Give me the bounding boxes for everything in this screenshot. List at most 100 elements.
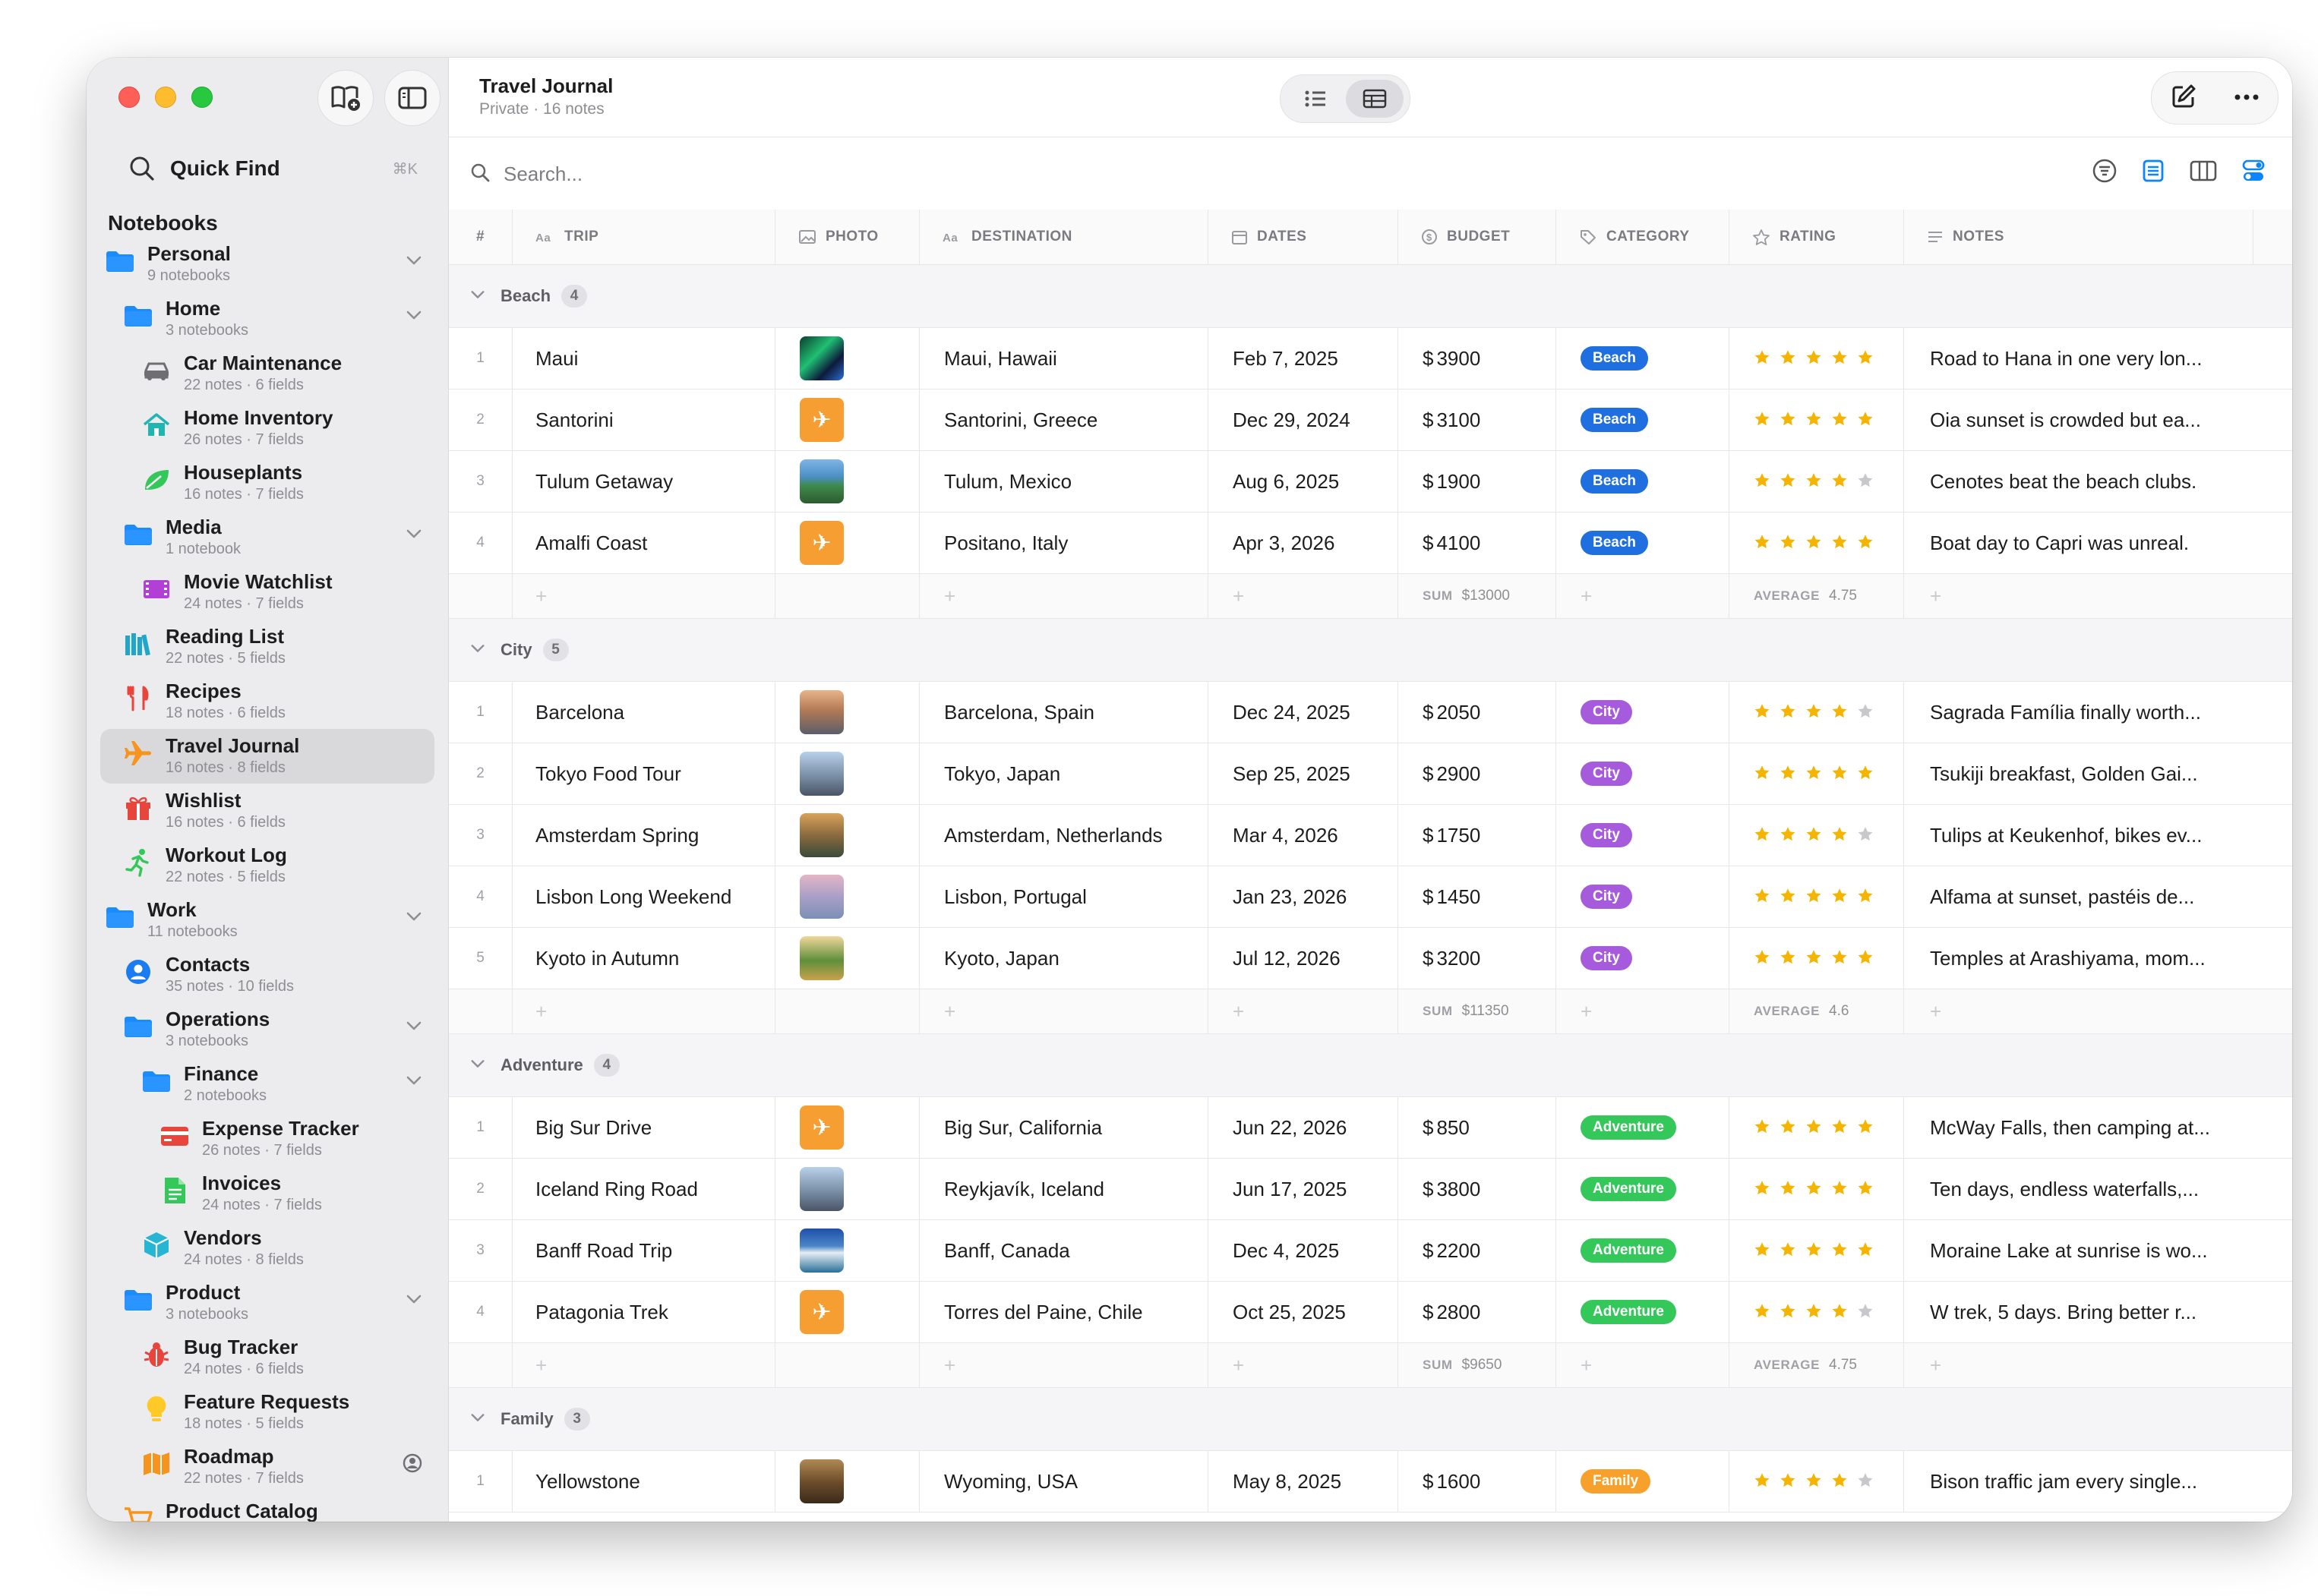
rating-average-cell[interactable]: AVERAGE 4.6 [1729, 989, 1904, 1033]
notes-cell[interactable]: Cenotes beat the beach clubs. [1904, 451, 2253, 512]
star-filled-icon[interactable] [1780, 408, 1796, 432]
sidebar-item-movie-watchlist[interactable]: Movie Watchlist 24 notes · 7 fields [87, 565, 448, 620]
star-filled-icon[interactable] [1754, 824, 1770, 847]
sidebar-item-vendors[interactable]: Vendors 24 notes · 8 fields [87, 1221, 448, 1276]
category-cell[interactable]: City [1556, 743, 1729, 804]
destination-cell[interactable]: Big Sur, California [920, 1097, 1208, 1158]
star-filled-icon[interactable] [1805, 947, 1822, 970]
star-filled-icon[interactable] [1754, 408, 1770, 432]
star-filled-icon[interactable] [1857, 1116, 1874, 1140]
star-filled-icon[interactable] [1780, 1239, 1796, 1263]
sidebar-item-home-inventory[interactable]: Home Inventory 26 notes · 7 fields [87, 401, 448, 456]
table-row[interactable]: 2 Iceland Ring Road Reykjavík, Iceland Jun … [449, 1159, 2292, 1220]
add-notes-cell[interactable]: + [1904, 1343, 2253, 1387]
star-filled-icon[interactable] [1754, 470, 1770, 494]
table-row[interactable]: 4 Lisbon Long Weekend Lisbon, Portugal Jan … [449, 866, 2292, 928]
sidebar-item-contacts[interactable]: Contacts 35 notes · 10 fields [87, 948, 448, 1002]
category-cell[interactable]: Beach [1556, 390, 1729, 450]
destination-cell[interactable]: Tulum, Mexico [920, 451, 1208, 512]
star-filled-icon[interactable] [1805, 1301, 1822, 1324]
trip-photo[interactable] [800, 936, 844, 980]
star-filled-icon[interactable] [1831, 531, 1848, 555]
column-header-budget[interactable]: $ BUDGET [1398, 210, 1556, 264]
star-empty-icon[interactable] [1857, 1301, 1874, 1324]
budget-cell[interactable]: $2200 [1398, 1220, 1556, 1281]
compose-button[interactable] [2171, 84, 2196, 113]
trip-photo[interactable] [800, 813, 844, 857]
rating-stars[interactable] [1754, 824, 1874, 847]
star-filled-icon[interactable] [1831, 1178, 1848, 1201]
trip-cell[interactable]: Tulum Getaway [513, 451, 775, 512]
group-header-city[interactable]: City 5 [449, 619, 2292, 682]
sidebar-item-car-maintenance[interactable]: Car Maintenance 22 notes · 6 fields [87, 346, 448, 401]
add-icon[interactable]: + [1581, 1354, 1592, 1377]
photo-cell[interactable] [775, 1220, 920, 1281]
trip-cell[interactable]: Big Sur Drive [513, 1097, 775, 1158]
column-header-trip[interactable]: Aa TRIP [513, 210, 775, 264]
trip-cell[interactable]: Patagonia Trek [513, 1282, 775, 1342]
rating-cell[interactable] [1729, 928, 1904, 989]
category-pill[interactable]: Beach [1581, 469, 1649, 494]
add-destination-cell[interactable]: + [920, 574, 1208, 618]
star-filled-icon[interactable] [1754, 947, 1770, 970]
list-view-button[interactable] [1287, 80, 1344, 118]
sidebar-item-personal[interactable]: Personal 9 notebooks [87, 237, 448, 292]
category-pill[interactable]: City [1581, 885, 1632, 909]
chevron-down-icon[interactable] [406, 528, 422, 543]
star-filled-icon[interactable] [1780, 1178, 1796, 1201]
add-icon[interactable]: + [944, 585, 955, 608]
table-row[interactable]: 1 Yellowstone Wyoming, USA May 8, 2025 $1600… [449, 1451, 2292, 1512]
photo-cell[interactable]: ✈ [775, 1282, 920, 1342]
rating-cell[interactable] [1729, 328, 1904, 389]
sidebar-item-home[interactable]: Home 3 notebooks [87, 292, 448, 346]
chevron-down-icon[interactable] [406, 911, 422, 926]
chevron-down-icon[interactable] [470, 289, 485, 304]
table-row[interactable]: 5 Kyoto in Autumn Kyoto, Japan Jul 12, 2026… [449, 928, 2292, 989]
trip-cell[interactable]: Kyoto in Autumn [513, 928, 775, 989]
category-pill[interactable]: City [1581, 700, 1632, 724]
chevron-down-icon[interactable] [470, 643, 485, 658]
rating-stars[interactable] [1754, 1178, 1874, 1201]
notes-cell[interactable]: Bison traffic jam every single... [1904, 1451, 2253, 1512]
category-cell[interactable]: Adventure [1556, 1097, 1729, 1158]
rating-stars[interactable] [1754, 947, 1874, 970]
category-pill[interactable]: City [1581, 762, 1632, 786]
rating-stars[interactable] [1754, 885, 1874, 909]
star-empty-icon[interactable] [1857, 470, 1874, 494]
star-filled-icon[interactable] [1831, 947, 1848, 970]
sidebar-item-feature-requests[interactable]: Feature Requests 18 notes · 5 fields [87, 1385, 448, 1440]
sidebar-item-travel-journal[interactable]: Travel Journal 16 notes · 8 fields [100, 729, 434, 784]
sidebar-item-houseplants[interactable]: Houseplants 16 notes · 7 fields [87, 456, 448, 510]
star-filled-icon[interactable] [1831, 762, 1848, 786]
notes-cell[interactable]: W trek, 5 days. Bring better r... [1904, 1282, 2253, 1342]
star-filled-icon[interactable] [1780, 947, 1796, 970]
star-filled-icon[interactable] [1780, 1301, 1796, 1324]
column-header-notes[interactable]: NOTES [1904, 210, 2253, 264]
add-notes-cell[interactable]: + [1904, 574, 2253, 618]
star-filled-icon[interactable] [1754, 1116, 1770, 1140]
dates-cell[interactable]: May 8, 2025 [1208, 1451, 1398, 1512]
table-row[interactable]: 3 Amsterdam Spring Amsterdam, Netherlands M… [449, 805, 2292, 866]
budget-cell[interactable]: $3900 [1398, 328, 1556, 389]
trip-photo[interactable] [800, 336, 844, 380]
budget-cell[interactable]: $2050 [1398, 682, 1556, 743]
rating-cell[interactable] [1729, 805, 1904, 866]
star-filled-icon[interactable] [1805, 531, 1822, 555]
star-filled-icon[interactable] [1831, 1239, 1848, 1263]
destination-cell[interactable]: Wyoming, USA [920, 1451, 1208, 1512]
trip-photo[interactable] [800, 875, 844, 919]
add-icon[interactable]: + [1930, 585, 1941, 608]
budget-cell[interactable]: $3100 [1398, 390, 1556, 450]
quick-find[interactable]: Quick Find ⌘K [129, 147, 418, 190]
budget-cell[interactable]: $1450 [1398, 866, 1556, 927]
filter-button[interactable] [2092, 158, 2117, 188]
destination-cell[interactable]: Lisbon, Portugal [920, 866, 1208, 927]
budget-sum-cell[interactable]: SUM $11350 [1398, 989, 1556, 1033]
destination-cell[interactable]: Torres del Paine, Chile [920, 1282, 1208, 1342]
category-cell[interactable]: Beach [1556, 328, 1729, 389]
dates-cell[interactable]: Dec 29, 2024 [1208, 390, 1398, 450]
destination-cell[interactable]: Santorini, Greece [920, 390, 1208, 450]
destination-cell[interactable]: Tokyo, Japan [920, 743, 1208, 804]
star-filled-icon[interactable] [1780, 1470, 1796, 1493]
more-button[interactable] [2234, 91, 2260, 105]
